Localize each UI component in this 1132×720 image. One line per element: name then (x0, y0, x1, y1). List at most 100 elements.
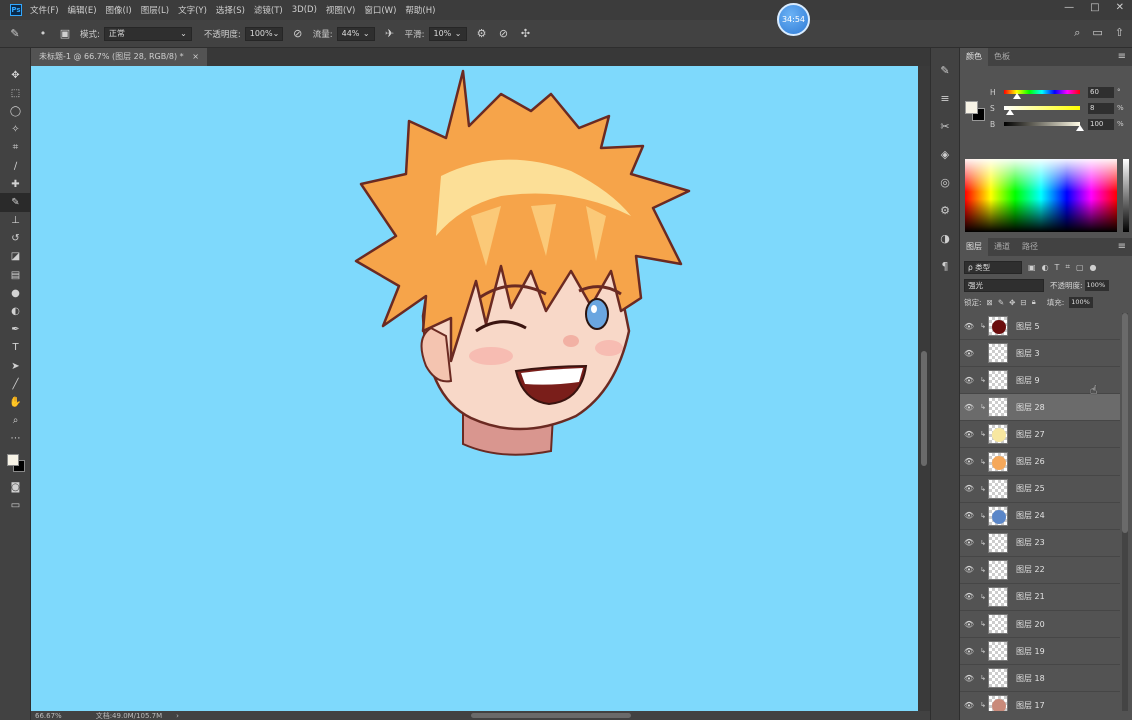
filter-adjustment-icon[interactable]: ◐ (1042, 263, 1049, 272)
tab-layers[interactable]: 图层 (960, 238, 988, 256)
layer-row[interactable]: 👁︎ ↳ 图层 17 (960, 692, 1120, 711)
horizontal-scroll-thumb[interactable] (471, 713, 631, 718)
layer-row[interactable]: 👁︎ ↳ 图层 18 (960, 665, 1120, 693)
layer-thumbnail[interactable] (988, 641, 1008, 662)
color-spectrum[interactable] (965, 159, 1117, 232)
layer-row[interactable]: 👁︎ ↳ 图层 25 (960, 476, 1120, 503)
layer-thumbnail[interactable] (988, 424, 1008, 445)
layer-list-scroll-thumb[interactable] (1122, 313, 1128, 533)
layer-row[interactable]: 👁︎ 图层 3 (960, 340, 1120, 368)
layer-thumbnail[interactable] (988, 505, 1008, 526)
layer-thumbnail[interactable] (988, 343, 1008, 364)
visibility-eye-icon[interactable]: 👁︎ (960, 484, 978, 493)
lock-all-icon[interactable]: 🔒︎ (1032, 297, 1036, 307)
menu-layer[interactable]: 图层(L) (141, 4, 169, 16)
layer-thumbnail[interactable] (988, 316, 1008, 337)
layer-name[interactable]: 图层 21 (1016, 591, 1045, 602)
pressure-size-icon[interactable]: ⊘ (497, 27, 511, 41)
fill-field[interactable]: 100% (1069, 296, 1094, 308)
layer-name[interactable]: 图层 25 (1016, 483, 1045, 494)
maximize-button[interactable]: □ (1090, 2, 1099, 13)
visibility-eye-icon[interactable]: 👁︎ (960, 376, 978, 385)
menu-file[interactable]: 文件(F) (30, 4, 59, 16)
layer-row[interactable]: 👁︎ ↳ 图层 26 (960, 448, 1120, 476)
layer-row[interactable]: 👁︎ ↳ 图层 23 (960, 530, 1120, 557)
layer-row[interactable]: 👁︎ ↳ 图层 20 (960, 611, 1120, 639)
layer-name[interactable]: 图层 20 (1016, 619, 1045, 630)
blur-tool-icon[interactable]: ● (0, 284, 31, 302)
history-brush-tool-icon[interactable]: ↺ (0, 230, 31, 248)
brightness-value[interactable]: 100 (1088, 118, 1114, 130)
lock-transparent-icon[interactable]: ⊠ (987, 298, 993, 307)
brush-tool-icon[interactable]: ✎ (0, 193, 31, 212)
canvas[interactable] (31, 66, 918, 711)
panel-menu-icon[interactable]: ≡ (1118, 241, 1126, 252)
layer-row[interactable]: 👁︎ ↳ 图层 28 (960, 394, 1120, 422)
brightness-slider[interactable] (1004, 122, 1084, 131)
menu-image[interactable]: 图像(I) (106, 4, 132, 16)
saturation-slider-knob[interactable] (1006, 109, 1015, 115)
filter-smart-icon[interactable]: ▢ (1076, 263, 1084, 272)
menu-3d[interactable]: 3D(D) (292, 5, 317, 15)
layer-thumbnail[interactable] (988, 451, 1008, 472)
menu-select[interactable]: 选择(S) (216, 4, 245, 16)
visibility-eye-icon[interactable]: 👁︎ (960, 457, 978, 466)
eraser-tool-icon[interactable]: ◪ (0, 248, 31, 266)
layer-row[interactable]: 👁︎ ↳ 图层 19 (960, 638, 1120, 666)
visibility-eye-icon[interactable]: 👁︎ (960, 511, 978, 520)
zoom-tool-icon[interactable]: ⌕ (0, 412, 31, 430)
layer-name[interactable]: 图层 19 (1016, 646, 1045, 657)
layer-name[interactable]: 图层 27 (1016, 429, 1045, 440)
brush-preset-icon[interactable]: • (36, 27, 50, 41)
filter-type-icon[interactable]: T (1055, 263, 1060, 272)
menu-window[interactable]: 窗口(W) (364, 4, 396, 16)
color-spectrum-ramp[interactable] (1123, 159, 1129, 232)
layer-opacity-field[interactable]: 100% (1084, 279, 1109, 291)
history-icon[interactable]: ◈ (931, 140, 959, 168)
visibility-eye-icon[interactable]: 👁︎ (960, 701, 978, 710)
hue-slider[interactable] (1004, 90, 1080, 99)
visibility-eye-icon[interactable]: 👁︎ (960, 349, 978, 358)
menu-type[interactable]: 文字(Y) (178, 4, 207, 16)
brush-tool-icon[interactable]: ✎ (8, 27, 22, 41)
tab-swatches[interactable]: 色板 (988, 48, 1016, 66)
layer-thumbnail[interactable] (988, 532, 1008, 553)
visibility-eye-icon[interactable]: 👁︎ (960, 565, 978, 574)
layer-name[interactable]: 图层 26 (1016, 456, 1045, 467)
layer-name[interactable]: 图层 23 (1016, 537, 1045, 548)
tool-presets-icon[interactable]: ✂ (931, 112, 959, 140)
vertical-scrollbar[interactable] (918, 66, 930, 711)
tab-color[interactable]: 颜色 (960, 48, 988, 66)
vertical-scroll-thumb[interactable] (921, 351, 927, 466)
layer-row[interactable]: 👁︎ ↳ 图层 21 (960, 584, 1120, 612)
flow-field[interactable]: 44% ⌄ (336, 26, 375, 41)
saturation-value[interactable]: 8 (1088, 102, 1114, 114)
brush-panel-icon[interactable]: ▣ (58, 27, 72, 41)
workspace-icon[interactable]: ▭ (1092, 26, 1102, 40)
zoom-level[interactable]: 66.67% (35, 712, 62, 720)
brightness-slider-knob[interactable] (1076, 125, 1084, 131)
blend-mode-select[interactable]: 强光 (964, 278, 1044, 292)
chevron-right-icon[interactable]: › (176, 712, 179, 720)
libraries-icon[interactable]: ◎ (931, 168, 959, 196)
panel-menu-icon[interactable]: ≡ (1118, 51, 1126, 62)
close-button[interactable]: ✕ (1116, 2, 1124, 13)
gradient-tool-icon[interactable]: ▤ (0, 266, 31, 284)
hue-slider-knob[interactable] (1012, 93, 1021, 99)
lock-pixels-icon[interactable]: ✎ (998, 298, 1004, 307)
menu-view[interactable]: 视图(V) (326, 4, 355, 16)
visibility-eye-icon[interactable]: 👁︎ (960, 592, 978, 601)
airbrush-icon[interactable]: ✈ (383, 27, 397, 41)
layer-row[interactable]: 👁︎ ↳ 图层 5 (960, 313, 1120, 341)
menu-filter[interactable]: 滤镜(T) (254, 4, 283, 16)
layer-name[interactable]: 图层 9 (1016, 375, 1040, 386)
close-tab-icon[interactable]: × (192, 52, 199, 61)
gear-icon[interactable]: ⚙ (475, 27, 489, 41)
opacity-field[interactable]: 100% ⌄ (244, 26, 283, 41)
mode-select[interactable]: 正常 ⌄ (103, 26, 192, 41)
visibility-eye-icon[interactable]: 👁︎ (960, 647, 978, 656)
filter-shape-icon[interactable]: ⌗ (1065, 262, 1070, 272)
menu-help[interactable]: 帮助(H) (405, 4, 435, 16)
layer-list-scrollbar[interactable] (1122, 313, 1128, 711)
quick-mask-icon[interactable]: ◙ (0, 478, 31, 496)
